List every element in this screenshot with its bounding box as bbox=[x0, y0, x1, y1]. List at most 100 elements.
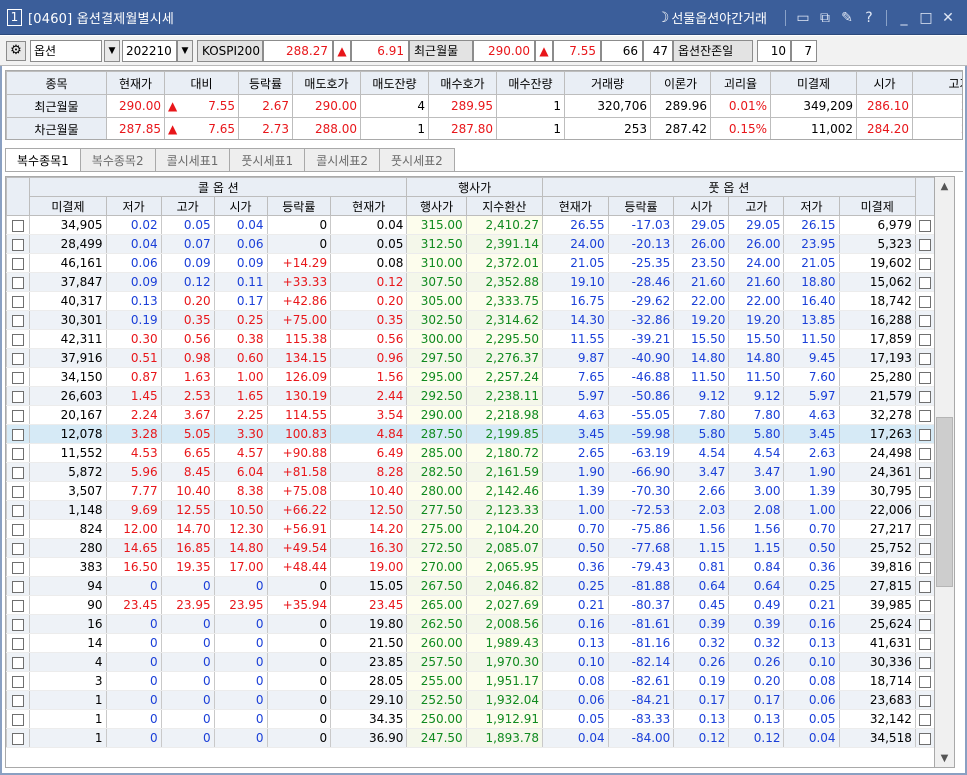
row-checkbox[interactable] bbox=[12, 542, 25, 555]
table-row[interactable]: 1 0 0 0 0 29.10 252.50 1,932.04 0.06 -84.21 0.17 0.… bbox=[6, 690, 934, 710]
row-checkbox[interactable] bbox=[12, 694, 25, 707]
row-checkbox[interactable] bbox=[12, 257, 25, 270]
table-row[interactable]: 824 12.00 14.70 12.30 +56.91 14.20 275.00 2,104… bbox=[6, 519, 934, 539]
row-checkbox-cell[interactable] bbox=[6, 576, 31, 596]
row-checkbox[interactable] bbox=[918, 542, 931, 555]
row-checkbox-cell[interactable] bbox=[914, 728, 934, 748]
row-checkbox-cell[interactable] bbox=[914, 481, 934, 501]
row-checkbox[interactable] bbox=[12, 523, 25, 536]
row-checkbox[interactable] bbox=[12, 371, 25, 384]
row-checkbox-cell[interactable] bbox=[914, 538, 934, 558]
table-row[interactable]: 28,499 0.04 0.07 0.06 0 0.05 312.50 2,391.14 24.… bbox=[6, 234, 934, 254]
gear-icon[interactable]: ⚙ bbox=[6, 40, 26, 61]
row-checkbox-cell[interactable] bbox=[6, 728, 31, 748]
row-checkbox[interactable] bbox=[12, 618, 25, 631]
table-row[interactable]: 37,916 0.51 0.98 0.60 134.15 0.96 297.50 2,276.… bbox=[6, 348, 934, 368]
row-checkbox-cell[interactable] bbox=[914, 443, 934, 463]
table-row[interactable]: 1 0 0 0 0 34.35 250.00 1,912.91 0.05 -83.33 0.13 0.… bbox=[6, 709, 934, 729]
row-checkbox-cell[interactable] bbox=[6, 253, 31, 273]
row-checkbox-cell[interactable] bbox=[914, 614, 934, 634]
row-checkbox[interactable] bbox=[12, 561, 25, 574]
table-row[interactable]: 383 16.50 19.35 17.00 +48.44 19.00 270.00 2,065… bbox=[6, 557, 934, 577]
row-checkbox-cell[interactable] bbox=[914, 595, 934, 615]
row-checkbox-cell[interactable] bbox=[6, 557, 31, 577]
row-checkbox-cell[interactable] bbox=[6, 519, 31, 539]
row-checkbox[interactable] bbox=[918, 466, 931, 479]
row-checkbox[interactable] bbox=[12, 580, 25, 593]
table-row[interactable]: 40,317 0.13 0.20 0.17 +42.86 0.20 305.00 2,333.… bbox=[6, 291, 934, 311]
row-checkbox-cell[interactable] bbox=[914, 234, 934, 254]
table-row[interactable]: 34,905 0.02 0.05 0.04 0 0.04 315.00 2,410.27 26.… bbox=[6, 215, 934, 235]
row-checkbox[interactable] bbox=[12, 713, 25, 726]
row-checkbox[interactable] bbox=[918, 523, 931, 536]
table-row[interactable]: 30,301 0.19 0.35 0.25 +75.00 0.35 302.50 2,314.… bbox=[6, 310, 934, 330]
tab-3[interactable]: 콜시세표1 bbox=[155, 148, 231, 172]
row-checkbox[interactable] bbox=[918, 732, 931, 745]
row-checkbox[interactable] bbox=[12, 428, 25, 441]
row-checkbox[interactable] bbox=[12, 599, 25, 612]
pin-icon[interactable]: ✎ bbox=[836, 7, 858, 29]
row-checkbox[interactable] bbox=[918, 238, 931, 251]
row-checkbox-cell[interactable] bbox=[6, 595, 31, 615]
scroll-up-icon[interactable]: ▲ bbox=[935, 177, 954, 195]
row-checkbox[interactable] bbox=[918, 599, 931, 612]
row-checkbox[interactable] bbox=[12, 466, 25, 479]
row-checkbox[interactable] bbox=[12, 732, 25, 745]
table-row[interactable]: 3,507 7.77 10.40 8.38 +75.08 10.40 280.00 2,142… bbox=[6, 481, 934, 501]
row-checkbox[interactable] bbox=[918, 580, 931, 593]
row-checkbox-cell[interactable] bbox=[914, 253, 934, 273]
month-select[interactable]: 202210 bbox=[122, 39, 177, 62]
row-checkbox-cell[interactable] bbox=[6, 614, 31, 634]
row-checkbox[interactable] bbox=[918, 276, 931, 289]
scroll-thumb[interactable] bbox=[936, 417, 953, 587]
row-checkbox[interactable] bbox=[918, 409, 931, 422]
row-checkbox-cell[interactable] bbox=[914, 329, 934, 349]
row-checkbox[interactable] bbox=[918, 485, 931, 498]
row-checkbox-cell[interactable] bbox=[914, 652, 934, 672]
row-checkbox-cell[interactable] bbox=[6, 462, 31, 482]
row-checkbox-cell[interactable] bbox=[914, 500, 934, 520]
row-checkbox[interactable] bbox=[918, 390, 931, 403]
row-checkbox-cell[interactable] bbox=[914, 291, 934, 311]
row-checkbox-cell[interactable] bbox=[914, 272, 934, 292]
tab-1[interactable]: 복수종목1 bbox=[5, 148, 81, 172]
table-row[interactable]: 20,167 2.24 3.67 2.25 114.55 3.54 290.00 2,218.… bbox=[6, 405, 934, 425]
chevron-down-icon[interactable]: ▼ bbox=[177, 39, 193, 62]
row-checkbox[interactable] bbox=[12, 238, 25, 251]
table-row[interactable]: 14 0 0 0 0 21.50 260.00 1,989.43 0.13 -81.16 0.32 0… bbox=[6, 633, 934, 653]
summary-row[interactable]: 최근월물 290.00 ▲ 7.55 2.67 290.00 4 289.95 1 320,706… bbox=[6, 94, 962, 118]
tab-2[interactable]: 복수종목2 bbox=[80, 148, 156, 172]
row-checkbox-cell[interactable] bbox=[6, 405, 31, 425]
minimize-icon[interactable]: _ bbox=[893, 7, 915, 29]
help-icon[interactable]: ? bbox=[858, 7, 880, 29]
table-row[interactable]: 46,161 0.06 0.09 0.09 +14.29 0.08 310.00 2,372.… bbox=[6, 253, 934, 273]
row-checkbox[interactable] bbox=[918, 637, 931, 650]
row-checkbox[interactable] bbox=[12, 485, 25, 498]
table-row[interactable]: 12,078 3.28 5.05 3.30 100.83 4.84 287.50 2,199.… bbox=[6, 424, 934, 444]
row-checkbox[interactable] bbox=[12, 504, 25, 517]
table-row[interactable]: 42,311 0.30 0.56 0.38 115.38 0.56 300.00 2,295.… bbox=[6, 329, 934, 349]
row-checkbox-cell[interactable] bbox=[6, 215, 31, 235]
row-checkbox[interactable] bbox=[12, 409, 25, 422]
row-checkbox[interactable] bbox=[12, 333, 25, 346]
row-checkbox[interactable] bbox=[918, 333, 931, 346]
row-checkbox[interactable] bbox=[918, 675, 931, 688]
row-checkbox-cell[interactable] bbox=[6, 234, 31, 254]
row-checkbox-cell[interactable] bbox=[6, 272, 31, 292]
row-checkbox-cell[interactable] bbox=[914, 215, 934, 235]
row-checkbox-cell[interactable] bbox=[6, 481, 31, 501]
table-row[interactable]: 90 23.45 23.95 23.95 +35.94 23.45 265.00 2,027.… bbox=[6, 595, 934, 615]
product-select[interactable]: 옵션 bbox=[30, 39, 102, 62]
night-trading-link[interactable]: 선물옵션야간거래 bbox=[671, 8, 767, 27]
table-row[interactable]: 5,872 5.96 8.45 6.04 +81.58 8.28 282.50 2,161.5… bbox=[6, 462, 934, 482]
tab-4[interactable]: 풋시세표1 bbox=[230, 148, 306, 172]
scroll-down-icon[interactable]: ▼ bbox=[935, 749, 954, 767]
row-checkbox-cell[interactable] bbox=[914, 348, 934, 368]
table-row[interactable]: 1,148 9.69 12.55 10.50 +66.22 12.50 277.50 2,12… bbox=[6, 500, 934, 520]
row-checkbox[interactable] bbox=[12, 295, 25, 308]
row-checkbox-cell[interactable] bbox=[6, 652, 31, 672]
row-checkbox-cell[interactable] bbox=[6, 386, 31, 406]
row-checkbox-cell[interactable] bbox=[914, 367, 934, 387]
tab-5[interactable]: 콜시세표2 bbox=[305, 148, 380, 172]
row-checkbox[interactable] bbox=[12, 447, 25, 460]
